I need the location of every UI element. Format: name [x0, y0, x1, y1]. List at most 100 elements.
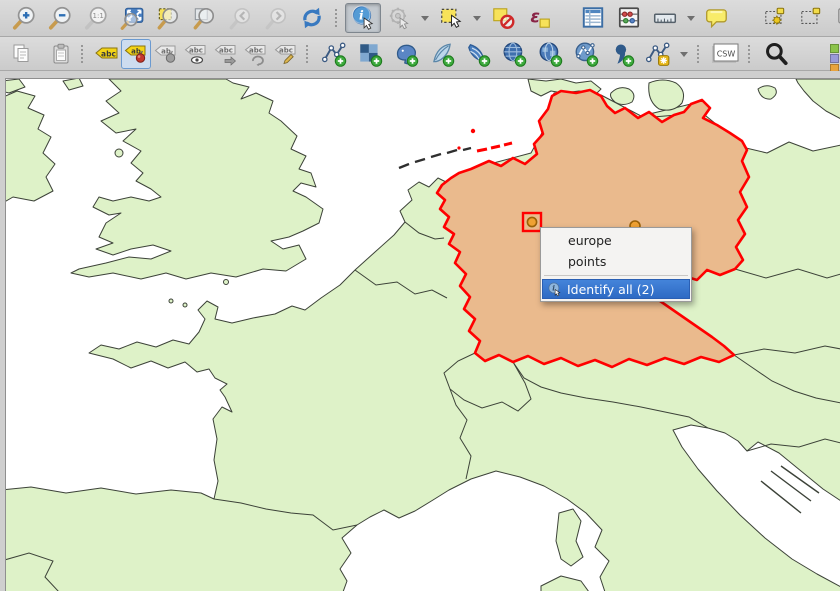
add-vector-layer-icon	[321, 41, 347, 67]
zoom-native-button[interactable]: 1:1	[78, 3, 114, 33]
chevron-down-icon	[685, 12, 697, 24]
europe-map	[6, 79, 840, 591]
zoom-in-button[interactable]	[6, 3, 42, 33]
menu-item-identify-all[interactable]: i Identify all (2)	[542, 279, 690, 299]
zoom-to-layer-icon	[191, 5, 217, 31]
postgis-elephant-icon	[393, 41, 419, 67]
show-hide-labels-button[interactable]: abc	[181, 39, 211, 69]
map-frame	[0, 71, 840, 591]
menu-item-points[interactable]: points	[542, 251, 690, 272]
identify-features-button[interactable]: i	[345, 3, 381, 33]
measure-button[interactable]	[647, 3, 683, 33]
zoom-next-button[interactable]	[258, 3, 294, 33]
highlight-pinned-icon: ab	[153, 42, 179, 66]
search-icon	[763, 41, 789, 67]
layer-labeling-options-button[interactable]: abc	[91, 39, 121, 69]
new-shapefile-layer-button[interactable]	[640, 39, 676, 69]
add-raster-layer-icon	[357, 41, 383, 67]
abacus-icon	[616, 5, 642, 31]
ruler-icon	[652, 5, 678, 31]
move-label-button[interactable]: abc	[211, 39, 241, 69]
select-by-expression-button[interactable]: ε	[521, 3, 557, 33]
svg-text:ε: ε	[530, 7, 540, 27]
add-wcs-layer-button[interactable]	[532, 39, 568, 69]
metasearch-csw-button[interactable]: CSW	[707, 39, 743, 69]
paste-icon	[49, 42, 73, 66]
deselect-icon	[490, 5, 516, 31]
add-raster-layer-button[interactable]	[352, 39, 388, 69]
deselect-all-button[interactable]	[485, 3, 521, 33]
chevron-down-icon	[678, 48, 690, 60]
map-tips-bubble-icon	[704, 5, 730, 31]
zoom-last-button[interactable]	[222, 3, 258, 33]
copy-features-button[interactable]	[6, 39, 36, 69]
pin-unpin-labels-button[interactable]: ab	[121, 39, 151, 69]
zoom-in-icon	[11, 5, 37, 31]
svg-text:i: i	[359, 8, 364, 23]
add-spatialite-layer-button[interactable]	[424, 39, 460, 69]
panel-edge-handle[interactable]	[830, 44, 839, 73]
text-annotation-button[interactable]: T	[829, 3, 840, 33]
new-bookmark-button[interactable]	[757, 3, 793, 33]
wms-globe-icon	[501, 41, 527, 67]
svg-text:1:1: 1:1	[93, 11, 104, 20]
change-label-icon: abc	[273, 42, 299, 66]
add-wms-layer-button[interactable]	[496, 39, 532, 69]
paste-features-button[interactable]	[46, 39, 76, 69]
new-layer-dropdown[interactable]	[676, 39, 692, 69]
select-features-dropdown[interactable]	[469, 3, 485, 33]
add-vector-layer-button[interactable]	[316, 39, 352, 69]
select-features-button[interactable]	[433, 3, 469, 33]
add-mssql-layer-button[interactable]	[460, 39, 496, 69]
zoom-to-selection-button[interactable]	[150, 3, 186, 33]
show-hide-labels-icon: abc	[183, 42, 209, 66]
add-delimited-text-layer-button[interactable]	[604, 39, 640, 69]
identify-icon: i	[350, 5, 376, 31]
add-postgis-layer-button[interactable]	[388, 39, 424, 69]
chevron-down-icon	[471, 12, 483, 24]
highlight-pinned-labels-button[interactable]: ab	[151, 39, 181, 69]
search-button[interactable]	[758, 39, 794, 69]
measure-dropdown[interactable]	[683, 3, 699, 33]
zoom-full-extent-button[interactable]	[114, 3, 150, 33]
move-label-icon: abc	[213, 42, 239, 66]
rotate-label-button[interactable]: abc	[241, 39, 271, 69]
refresh-icon	[299, 5, 325, 31]
show-bookmarks-icon	[798, 5, 824, 31]
svg-text:abc: abc	[189, 46, 203, 54]
pin-labels-icon: ab	[123, 42, 149, 66]
menu-separator	[544, 275, 688, 276]
change-label-button[interactable]: abc	[271, 39, 301, 69]
add-wfs-layer-button[interactable]	[568, 39, 604, 69]
open-attribute-table-button[interactable]	[575, 3, 611, 33]
map-canvas[interactable]	[5, 78, 840, 591]
refresh-button[interactable]	[294, 3, 330, 33]
zoom-out-icon	[47, 5, 73, 31]
rotate-label-icon: abc	[243, 42, 269, 66]
toolbar-separator	[335, 9, 340, 27]
panel-square-green	[830, 44, 839, 53]
attribute-table-icon	[580, 5, 606, 31]
zoom-native-icon: 1:1	[83, 5, 109, 31]
svg-text:i: i	[552, 283, 555, 292]
new-bookmark-icon	[762, 5, 788, 31]
select-rectangle-icon	[438, 5, 464, 31]
map-point-feature-1	[527, 217, 536, 226]
identify-all-label: Identify all (2)	[567, 279, 654, 300]
svg-text:abc: abc	[249, 46, 263, 54]
zoom-to-layer-button[interactable]	[186, 3, 222, 33]
delimited-text-comma-icon	[609, 41, 635, 67]
zoom-out-button[interactable]	[42, 3, 78, 33]
svg-text:abc: abc	[219, 46, 233, 54]
show-bookmarks-button[interactable]	[793, 3, 829, 33]
run-feature-action-button[interactable]	[381, 3, 417, 33]
map-tips-button[interactable]	[699, 3, 735, 33]
field-calculator-button[interactable]	[611, 3, 647, 33]
menu-item-europe[interactable]: europe	[542, 230, 690, 251]
feature-action-dropdown[interactable]	[417, 3, 433, 33]
zoom-last-icon	[227, 5, 253, 31]
wfs-globe-icon	[573, 41, 599, 67]
toolbar-separator	[306, 45, 311, 63]
labeling-abc-icon: abc	[93, 43, 119, 65]
qgis-window: 1:1	[0, 0, 840, 591]
